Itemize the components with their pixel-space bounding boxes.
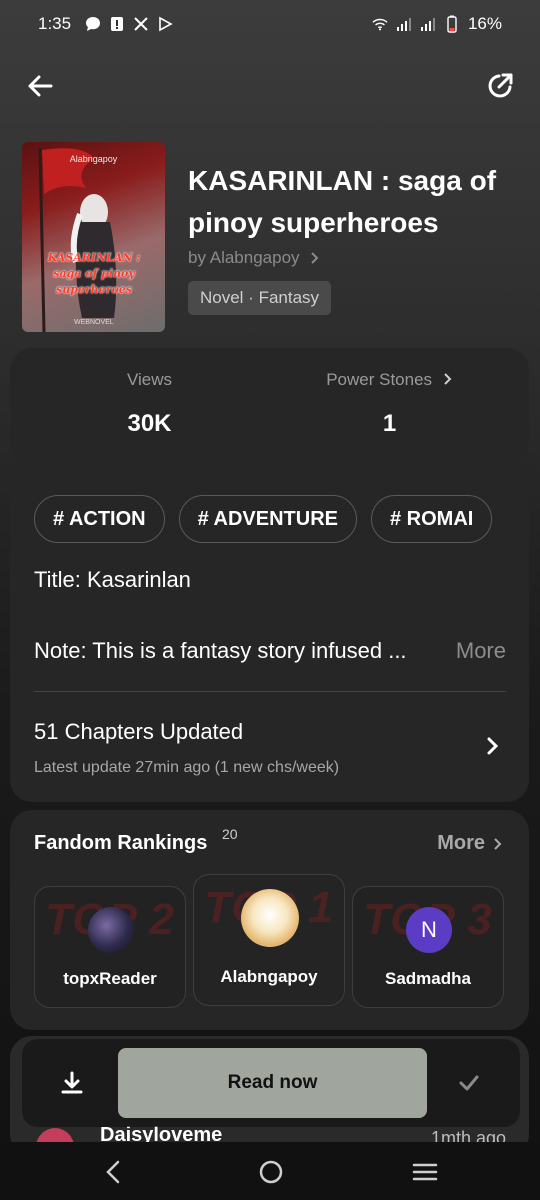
chapters-count[interactable]: 51 Chapters Updated	[34, 719, 243, 745]
share-button[interactable]	[482, 68, 518, 104]
views-value: 30K	[127, 410, 172, 437]
views-stat: Views 30K	[20, 348, 279, 464]
signal-icon	[396, 16, 412, 32]
cover-art	[38, 147, 117, 332]
book-cover[interactable]: Alabngapoy KASARINLAN : saga of pinoy su…	[22, 142, 165, 332]
fandom-count: 20	[222, 826, 238, 842]
rank-user-name: topxReader	[63, 969, 157, 988]
rank-card-top1[interactable]: TOP 1 Alabngapoy	[193, 874, 345, 1006]
power-stones-stat[interactable]: Power Stones 1	[260, 348, 519, 464]
fandom-more-button[interactable]: More	[437, 832, 503, 855]
message-icon	[85, 16, 101, 32]
fandom-more-label: More	[437, 832, 485, 854]
fandom-title: Fandom Rankings	[34, 832, 208, 854]
book-detail-screen: 1:35 16% Alabngapoy KASARINLAN: saga of…	[0, 0, 540, 1200]
alert-icon	[109, 16, 125, 32]
battery-icon	[444, 15, 460, 33]
play-icon	[157, 16, 173, 32]
cover-brand-text: WEBNOVEL	[74, 319, 114, 326]
synopsis-more-button[interactable]: More	[456, 638, 506, 664]
notification-icons	[85, 16, 173, 32]
back-button[interactable]	[22, 68, 58, 104]
read-now-button[interactable]: Read now	[118, 1048, 427, 1118]
chevron-left-icon	[106, 1160, 120, 1184]
chevron-right-icon	[487, 737, 499, 755]
share-icon	[488, 73, 513, 98]
synopsis-title: Title: Kasarinlan	[34, 567, 191, 592]
nav-recents-button[interactable]	[410, 1158, 440, 1186]
power-stones-label: Power Stones	[260, 370, 519, 390]
status-bar: 1:35 16%	[0, 0, 540, 48]
download-button[interactable]	[36, 1047, 108, 1119]
avatar	[88, 907, 134, 953]
cover-title-text: KASARINLAN : saga of pinoy superheroes	[47, 251, 141, 296]
tag-romance[interactable]: # ROMAI	[371, 495, 493, 543]
author-link[interactable]: by Alabngapoy	[188, 248, 320, 268]
rank-card-top2[interactable]: TOP 2 topxReader	[34, 886, 186, 1008]
power-stones-value: 1	[382, 410, 397, 437]
tag-action[interactable]: # ACTION	[34, 495, 165, 543]
genre-chip[interactable]: Novel · Fantasy	[188, 281, 332, 315]
power-stones-label-text: Power Stones	[326, 370, 433, 389]
synopsis-note: Note: This is a fantasy story infused ..…	[34, 638, 506, 664]
divider	[34, 691, 506, 692]
battery-percent: 16%	[467, 14, 502, 33]
x-icon	[133, 16, 149, 32]
download-icon	[61, 1071, 83, 1094]
rank-user-name: Sadmadha	[385, 969, 471, 988]
views-label: Views	[126, 370, 173, 389]
check-icon	[459, 1075, 479, 1091]
tag-adventure[interactable]: # ADVENTURE	[178, 495, 357, 543]
avatar	[241, 889, 299, 947]
system-icons: 16%	[372, 14, 502, 34]
arrow-left-icon	[28, 75, 53, 97]
author-name: by Alabngapoy	[188, 248, 300, 267]
tag-list: # ACTION # ADVENTURE # ROMAI	[34, 495, 506, 545]
chevron-right-icon	[444, 373, 452, 385]
nav-back-button[interactable]	[100, 1158, 128, 1186]
chevron-right-icon	[494, 837, 502, 850]
info-card: # ACTION # ADVENTURE # ROMAI Title: Kasari…	[10, 472, 529, 802]
book-title: KASARINLAN : saga of pinoy superheroes	[188, 165, 497, 238]
menu-lines-icon	[412, 1163, 438, 1181]
add-to-library-button[interactable]	[433, 1047, 505, 1119]
chevron-right-icon	[310, 252, 318, 264]
cover-author-text: Alabngapoy	[69, 154, 118, 164]
rank-card-top3[interactable]: TOP 3 N Sadmadha	[352, 886, 504, 1008]
wifi-icon	[372, 16, 388, 32]
stats-card: Views 30K Power Stones 1	[10, 348, 529, 464]
nav-home-button[interactable]	[257, 1158, 285, 1186]
system-navigation-bar	[0, 1142, 540, 1200]
synopsis-text: Note: This is a fantasy story infused ..…	[34, 638, 407, 663]
status-time: 1:35	[38, 14, 72, 33]
rank-user-name: Alabngapoy	[220, 967, 318, 986]
avatar: N	[406, 907, 452, 953]
chapters-button[interactable]	[483, 734, 503, 758]
signal-icon	[420, 16, 436, 32]
fandom-rankings-card: Fandom Rankings 20 More TOP 2 topxReader…	[10, 810, 529, 1030]
home-circle-icon	[259, 1160, 283, 1184]
comment-user-name: Daisyloveme	[100, 1124, 223, 1144]
latest-update: Latest update 27min ago (1 new chs/week)	[34, 759, 340, 776]
top-bar	[0, 60, 540, 112]
